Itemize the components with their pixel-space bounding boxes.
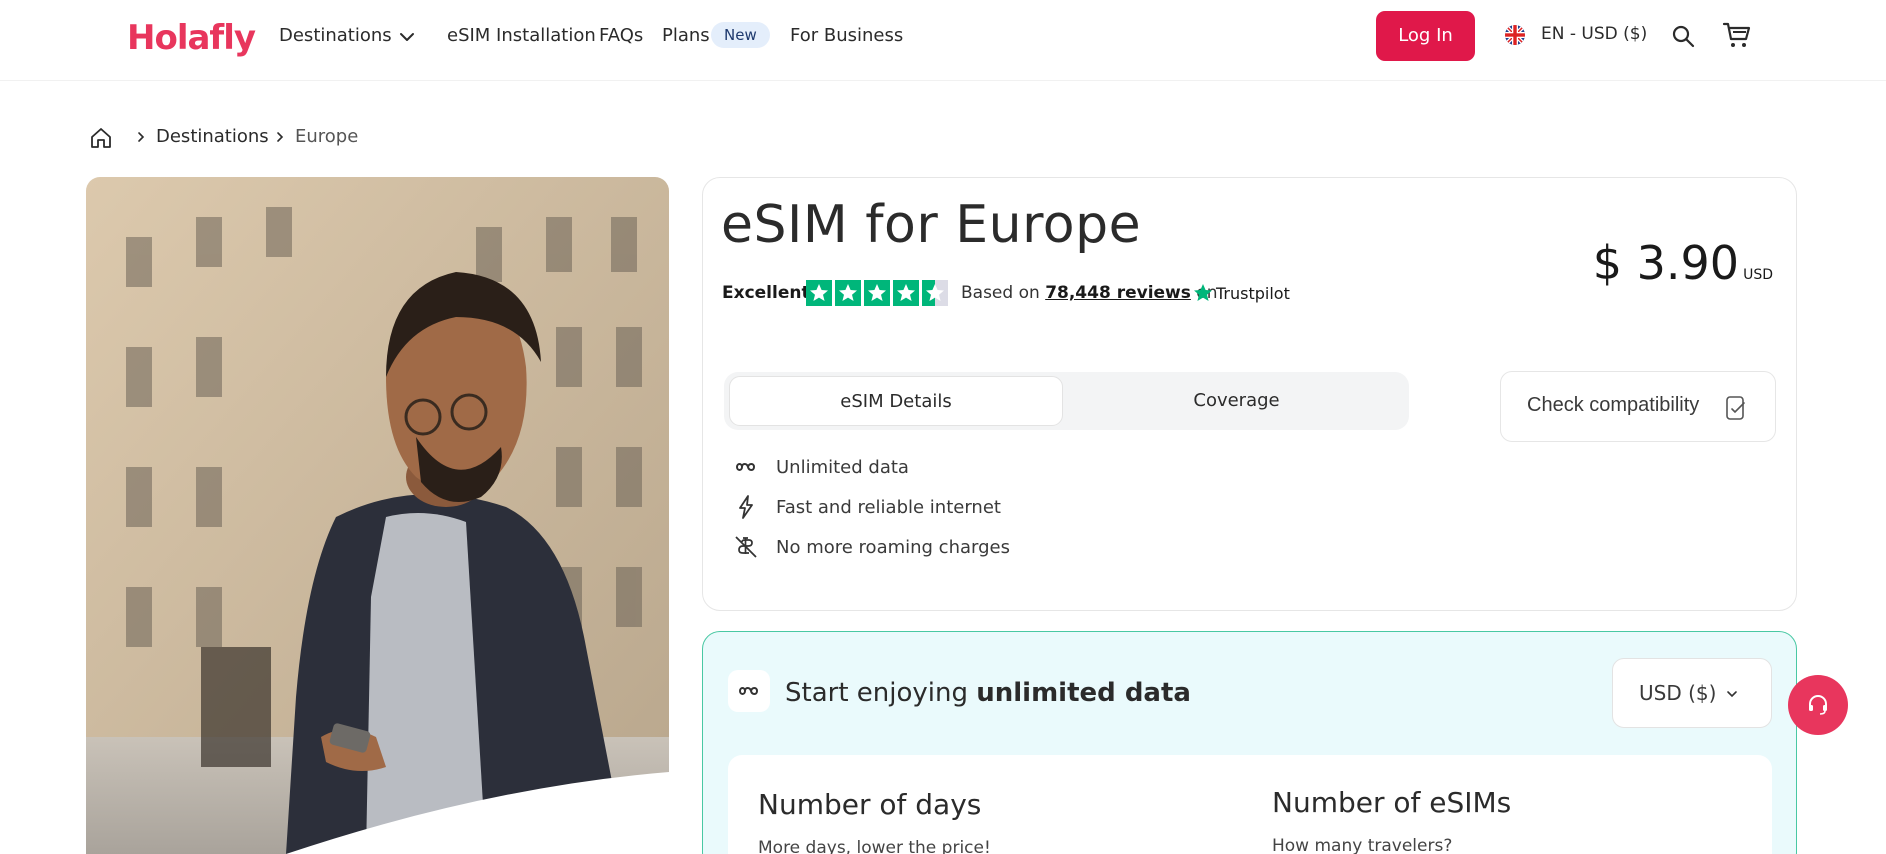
check-compatibility-button[interactable]: Check compatibility (1500, 371, 1776, 442)
plan-title-prefix: Start enjoying (785, 678, 968, 708)
currency-value: USD ($) (1639, 681, 1717, 705)
nav-plans[interactable]: Plans (662, 25, 710, 46)
check-compatibility-label: Check compatibility (1527, 394, 1700, 416)
locale-selector[interactable]: EN - USD ($) (1541, 24, 1647, 44)
home-icon[interactable] (89, 126, 113, 150)
days-title: Number of days (758, 788, 982, 821)
plan-selector-title: Start enjoying unlimited data (785, 678, 1191, 708)
infinity-icon (735, 463, 756, 471)
product-tabs: eSIM Details Coverage (724, 372, 1409, 430)
star-icon (864, 280, 890, 306)
feature-label: Fast and reliable internet (776, 496, 1001, 518)
hero-image (86, 177, 669, 854)
price: $ 3.90 USD (1593, 236, 1773, 290)
plan-title-bold: unlimited data (976, 678, 1191, 708)
price-value: $ 3.90 (1592, 236, 1740, 290)
feature-label: No more roaming charges (776, 536, 1010, 558)
no-roaming-icon (735, 536, 757, 558)
tab-esim-details[interactable]: eSIM Details (729, 376, 1063, 426)
page-title: eSIM for Europe (721, 195, 1142, 255)
feature-label: Unlimited data (776, 456, 909, 478)
support-headset-icon (1809, 695, 1827, 715)
nav-esim-installation[interactable]: eSIM Installation (447, 25, 596, 46)
site-header: Holafly Destinations eSIM Installation F… (0, 0, 1886, 81)
support-chat-button[interactable] (1788, 675, 1848, 735)
breadcrumb-europe: Europe (295, 126, 359, 147)
star-icon (835, 280, 861, 306)
rating-word: Excellent (722, 283, 810, 303)
trustpilot-logo[interactable]: Trustpilot (1193, 283, 1290, 303)
days-subtitle: More days, lower the price! (758, 838, 991, 854)
chevron-down-icon[interactable] (396, 26, 418, 48)
feature-fast-internet: Fast and reliable internet (733, 494, 1001, 520)
based-on-prefix: Based on (961, 283, 1040, 303)
reviews-summary: Based on 78,448 reviews on (961, 283, 1217, 303)
login-button[interactable]: Log In (1376, 11, 1475, 61)
new-badge: New (711, 22, 770, 48)
trustpilot-star-icon (1194, 284, 1212, 301)
price-currency: USD (1743, 267, 1773, 283)
phone-check-icon (1726, 396, 1745, 420)
search-icon[interactable] (1671, 24, 1695, 48)
nav-for-business[interactable]: For Business (790, 25, 903, 46)
chevron-right-icon (138, 132, 145, 142)
infinity-icon (738, 687, 759, 695)
trustpilot-stars (806, 280, 948, 306)
breadcrumb-destinations[interactable]: Destinations (156, 126, 269, 147)
chevron-down-icon (1727, 691, 1737, 698)
feature-no-roaming: No more roaming charges (733, 534, 1010, 560)
nav-destinations[interactable]: Destinations (279, 25, 392, 46)
feature-unlimited-data: Unlimited data (733, 454, 909, 480)
reviews-link[interactable]: 78,448 reviews (1045, 283, 1191, 303)
tab-coverage[interactable]: Coverage (1069, 376, 1404, 426)
chevron-right-icon (277, 132, 284, 142)
half-star-icon (922, 280, 948, 306)
esims-subtitle: How many travelers? (1272, 836, 1453, 854)
star-icon (806, 280, 832, 306)
cart-icon[interactable] (1722, 20, 1752, 50)
holafly-logo[interactable]: Holafly (127, 18, 256, 58)
lightning-icon (739, 495, 753, 519)
uk-flag-icon[interactable] (1505, 25, 1525, 45)
infinity-badge (728, 670, 770, 712)
nav-faqs[interactable]: FAQs (599, 25, 643, 46)
star-icon (893, 280, 919, 306)
currency-select[interactable]: USD ($) (1612, 658, 1772, 728)
trustpilot-label: Trustpilot (1216, 283, 1290, 303)
esims-title: Number of eSIMs (1272, 786, 1512, 819)
